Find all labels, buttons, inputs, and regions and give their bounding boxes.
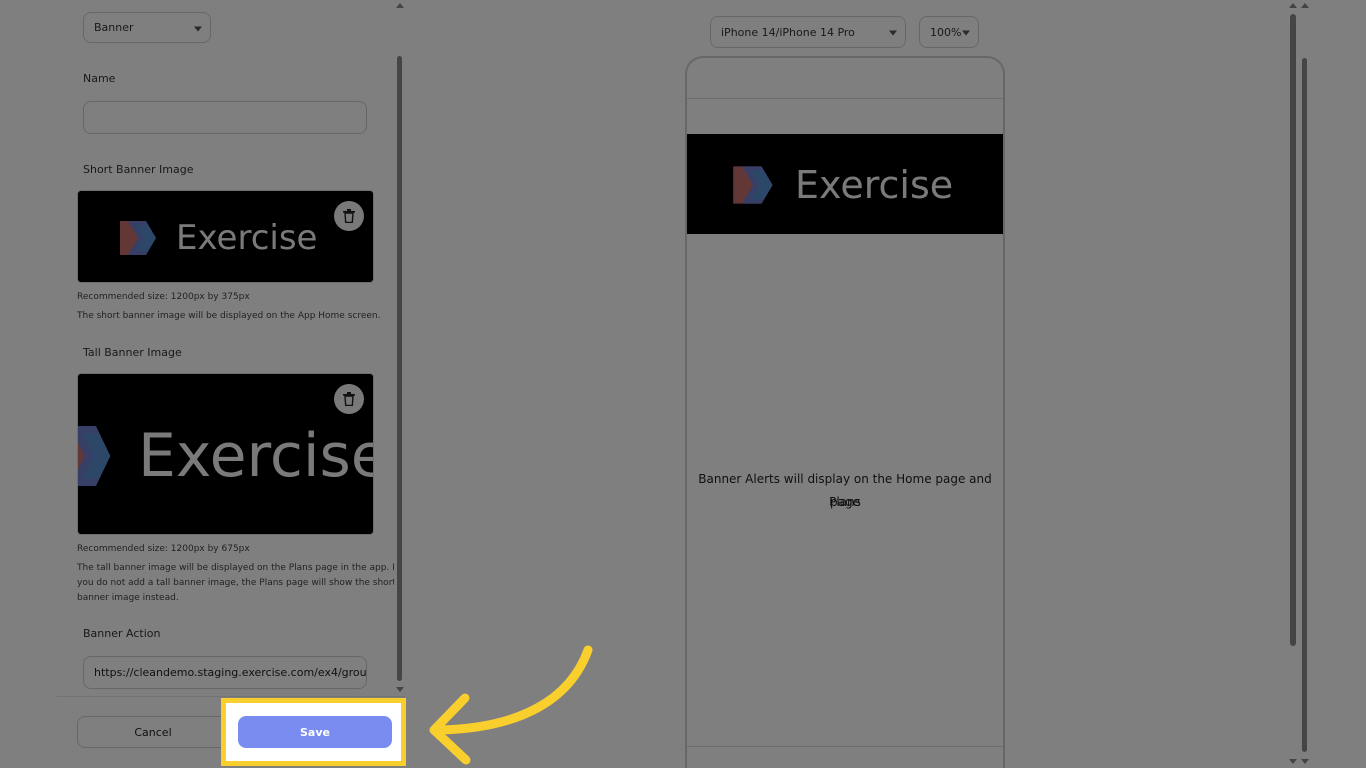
callout-arrow xyxy=(429,645,593,765)
